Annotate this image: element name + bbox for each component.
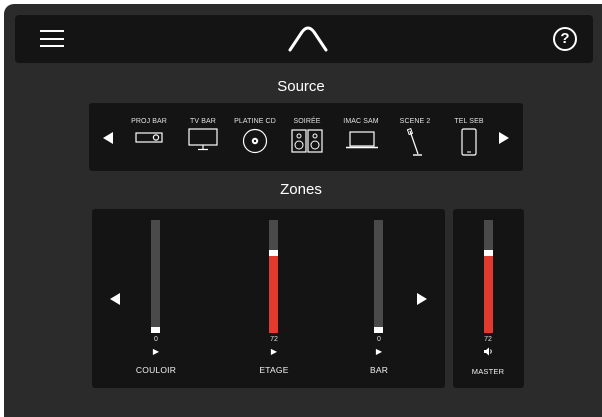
zone-play-button[interactable]: ▶ (254, 347, 294, 356)
slider-knob[interactable] (374, 327, 383, 333)
zone-name-couloir: COULOIR (135, 365, 177, 375)
slider-knob[interactable] (151, 327, 160, 333)
source-next-arrow-icon[interactable] (497, 131, 511, 145)
zone-name-bar: BAR (369, 365, 389, 375)
source-label: SCENE 2 (399, 118, 431, 125)
source-label: PROJ BAR (131, 118, 167, 125)
source-label: PLATINE CD (234, 118, 276, 125)
master-volume-slider[interactable] (484, 220, 493, 333)
master-volume-value: 72 (484, 336, 492, 343)
source-item-platine-cd[interactable]: PLATINE CD (229, 103, 281, 171)
master-panel: 72 MASTER (453, 209, 524, 388)
source-label: TEL SEB (454, 118, 484, 125)
source-title: Source (277, 78, 325, 95)
tv-icon (188, 128, 218, 151)
zones-panel: 0 ▶ COULOIR 72 ▶ ETAGE 0 ▶ BAR (92, 209, 445, 388)
source-item-tv-bar[interactable]: TV BAR (177, 103, 229, 171)
caret-logo-icon (288, 26, 328, 52)
top-bar: ? (15, 15, 593, 63)
zones-title: Zones (280, 181, 322, 198)
laptop-icon (346, 131, 378, 149)
zones-prev-arrow-icon[interactable] (108, 292, 122, 306)
source-item-proj-bar[interactable]: PROJ BAR (123, 103, 175, 171)
source-item-imac-sam[interactable]: IMAC SAM (335, 103, 387, 171)
zone-name-etage: ETAGE (259, 365, 289, 375)
source-item-scene-2[interactable]: SCENE 2 (389, 103, 441, 171)
slider-knob[interactable] (269, 250, 278, 256)
zone-volume-value: 0 (377, 336, 381, 343)
speaker-volume-icon[interactable] (483, 347, 494, 356)
phone-icon (461, 128, 477, 156)
speakers-icon (291, 129, 323, 153)
hamburger-menu-icon[interactable] (40, 30, 64, 48)
zone-play-button[interactable]: ▶ (359, 347, 399, 356)
source-label: TV BAR (190, 118, 216, 125)
source-bar: PROJ BAR TV BAR PLATINE CD SOIRÉE IMAC S… (89, 103, 523, 171)
source-prev-arrow-icon[interactable] (101, 131, 115, 145)
projector-icon (135, 132, 163, 143)
zone-volume-value: 72 (270, 336, 278, 343)
zone-volume-slider-couloir[interactable] (151, 220, 160, 333)
cd-icon (242, 128, 268, 154)
help-button[interactable]: ? (553, 27, 577, 51)
zones-next-arrow-icon[interactable] (415, 292, 429, 306)
zone-play-button[interactable]: ▶ (136, 347, 176, 356)
source-item-soiree[interactable]: SOIRÉE (281, 103, 333, 171)
zone-volume-slider-bar[interactable] (374, 220, 383, 333)
source-label: IMAC SAM (343, 118, 379, 125)
source-label: SOIRÉE (293, 118, 321, 125)
microphone-icon (406, 128, 422, 156)
slider-knob[interactable] (484, 250, 493, 256)
zone-volume-value: 0 (154, 336, 158, 343)
source-item-tel-seb[interactable]: TEL SEB (443, 103, 495, 171)
master-label: MASTER (471, 367, 505, 376)
zone-volume-slider-etage[interactable] (269, 220, 278, 333)
